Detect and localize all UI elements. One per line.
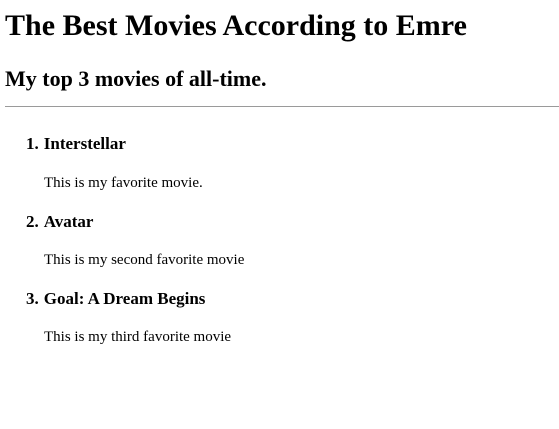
movie-description-2: This is my second favorite movie	[44, 252, 245, 268]
movie-description-3: This is my third favorite movie	[44, 329, 232, 345]
movie-description-1: This is my favorite movie.	[44, 175, 203, 191]
movie-number: 1.	[26, 134, 39, 153]
movie-title-1: 1. Interstellar	[26, 133, 126, 155]
divider	[5, 106, 559, 107]
movie-title-2: 2. Avatar	[26, 211, 93, 233]
page-title: The Best Movies According to Emre	[5, 9, 467, 42]
page-subtitle: My top 3 movies of all-time.	[5, 66, 267, 91]
movie-title-3: 3. Goal: A Dream Begins	[26, 288, 205, 310]
movie-title-text: Goal: A Dream Begins	[43, 289, 206, 308]
movie-number: 2.	[26, 212, 39, 231]
movie-number: 3.	[26, 289, 39, 308]
movie-title-text: Avatar	[43, 212, 94, 231]
movie-title-text: Interstellar	[43, 134, 126, 153]
